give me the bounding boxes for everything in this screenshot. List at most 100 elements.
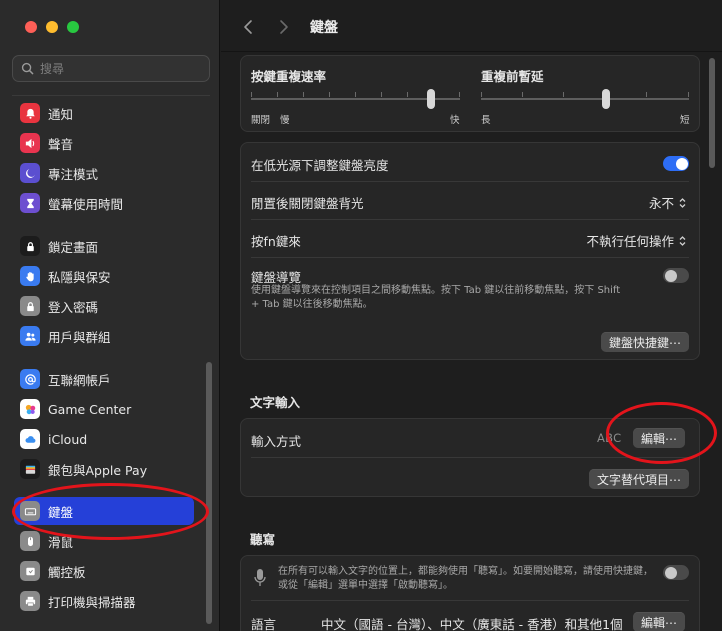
trackpad-icon bbox=[20, 561, 40, 581]
sidebar-item-label: 互聯網帳戶 bbox=[48, 372, 111, 388]
dictation-panel: 在所有可以輸入文字的位置上，都能夠使用「聽寫」。如要開始聽寫，請使用快捷鍵， 或… bbox=[240, 555, 700, 631]
sidebar-item-icloud[interactable]: iCloud bbox=[14, 425, 194, 453]
lock-screen-icon bbox=[20, 236, 40, 256]
key-repeat-label: 按鍵重複速率 bbox=[251, 69, 327, 84]
text-input-panel: 輸入方式 ABC 編輯⋯ 文字替代項目⋯ bbox=[240, 418, 700, 497]
sidebar-item-label: 私隱與保安 bbox=[48, 269, 111, 285]
updown-chevron-icon bbox=[679, 235, 686, 246]
game-center-icon bbox=[20, 399, 40, 419]
keyboard-shortcuts-button[interactable]: 鍵盤快捷鍵⋯ bbox=[600, 332, 689, 352]
input-sources-edit-button[interactable]: 編輯⋯ bbox=[633, 428, 686, 448]
search-icon bbox=[21, 62, 34, 75]
row-divider bbox=[251, 600, 689, 601]
dictation-description: 在所有可以輸入文字的位置上，都能夠使用「聽寫」。如要開始聽寫，請使用快捷鍵， 或… bbox=[278, 565, 658, 593]
printer-icon bbox=[20, 591, 40, 611]
text-replacements-button[interactable]: 文字替代項目⋯ bbox=[588, 469, 689, 489]
close-window-button[interactable] bbox=[25, 21, 37, 33]
sidebar-item-trackpad[interactable]: 觸控板 bbox=[14, 557, 194, 585]
dictation-toggle[interactable] bbox=[663, 565, 689, 580]
delay-repeat-label: 重複前暫延 bbox=[481, 69, 544, 84]
at-icon bbox=[20, 369, 40, 389]
sidebar-item-label: 打印機與掃描器 bbox=[48, 594, 136, 610]
moon-icon bbox=[20, 163, 40, 183]
backlight-label: 閒置後關閉鍵盤背光 bbox=[251, 196, 364, 211]
sidebar-item-label: 聲音 bbox=[48, 136, 74, 152]
wallet-icon bbox=[20, 459, 40, 479]
bell-icon bbox=[20, 103, 40, 123]
sidebar-scrollbar[interactable] bbox=[206, 362, 212, 624]
keyboard-settings-panel: 在低光源下調整鍵盤亮度 閒置後關閉鍵盤背光 永不 按fn鍵來 不執行任何操作 鍵… bbox=[240, 142, 700, 360]
sidebar-item-label: 銀包與Apple Pay bbox=[48, 462, 148, 478]
minimize-window-button[interactable] bbox=[46, 21, 58, 33]
fn-key-value: 不執行任何操作 bbox=[586, 234, 674, 249]
dictation-desc-line1: 在所有可以輸入文字的位置上，都能夠使用「聽寫」。如要開始聽寫，請使用快捷鍵， bbox=[278, 566, 653, 577]
key-repeat-off-label: 關閉 bbox=[251, 115, 271, 126]
sidebar-item-label: 觸控板 bbox=[48, 564, 86, 580]
dictation-language-value: 中文（國語 - 台灣）、中文（廣東話 - 香港）和其他1個 bbox=[321, 617, 623, 631]
zoom-window-button[interactable] bbox=[67, 21, 79, 33]
dictation-language-label: 語言 bbox=[251, 617, 277, 631]
sidebar-item-keyboard[interactable]: 鍵盤 bbox=[14, 497, 194, 525]
backlight-value: 永不 bbox=[648, 196, 674, 211]
text-input-section-title: 文字輸入 bbox=[250, 395, 301, 410]
backlight-popup[interactable]: 永不 bbox=[649, 193, 687, 212]
keyboard-nav-desc-line1: 使用鍵盤導覽來在控制項目之間移動焦點。按下 Tab 鍵以往前移動焦點，按下 Sh… bbox=[251, 285, 621, 296]
sidebar-item-internet-accounts[interactable]: 互聯網帳戶 bbox=[14, 365, 194, 393]
key-repeat-fast-label: 快 bbox=[450, 115, 460, 126]
sidebar-item-label: 滑鼠 bbox=[48, 534, 74, 550]
lock-icon bbox=[20, 296, 40, 316]
delay-short-label: 短 bbox=[680, 115, 690, 126]
sidebar-item-mouse[interactable]: 滑鼠 bbox=[14, 527, 194, 555]
main-content: 鍵盤 按鍵重複速率 關閉 慢 快 重複前暫延 長 短 在低光源下調整鍵盤亮度 閒… bbox=[221, 0, 722, 631]
sidebar-item-login-password[interactable]: 登入密碼 bbox=[14, 292, 194, 320]
row-divider bbox=[251, 257, 689, 258]
fn-key-label: 按fn鍵來 bbox=[251, 234, 301, 249]
sidebar-item-label: 通知 bbox=[48, 106, 74, 122]
keyboard-nav-desc-line2: + Tab 鍵以往後移動焦點。 bbox=[251, 299, 373, 310]
brightness-label: 在低光源下調整鍵盤亮度 bbox=[251, 158, 389, 173]
mouse-icon bbox=[20, 531, 40, 551]
sidebar-item-label: 鍵盤 bbox=[48, 504, 74, 520]
keyboard-icon bbox=[20, 501, 40, 521]
delay-repeat-knob[interactable] bbox=[601, 89, 610, 109]
users-icon bbox=[20, 326, 40, 346]
input-sources-label: 輸入方式 bbox=[251, 434, 302, 449]
search-field[interactable] bbox=[12, 55, 210, 82]
forward-button[interactable] bbox=[274, 15, 294, 39]
sidebar-item-printers[interactable]: 打印機與掃描器 bbox=[14, 587, 194, 615]
sidebar-item-screen-time[interactable]: 螢幕使用時間 bbox=[14, 189, 194, 217]
dictation-desc-line2: 或從「編輯」選單中選擇「啟動聽寫」。 bbox=[278, 580, 453, 591]
keyboard-nav-description: 使用鍵盤導覽來在控制項目之間移動焦點。按下 Tab 鍵以往前移動焦點，按下 Sh… bbox=[251, 284, 661, 312]
hand-icon bbox=[20, 266, 40, 286]
row-divider bbox=[251, 219, 689, 220]
row-divider bbox=[251, 181, 689, 182]
sidebar-item-notifications[interactable]: 通知 bbox=[14, 99, 194, 127]
sidebar-item-sound[interactable]: 聲音 bbox=[14, 129, 194, 157]
updown-chevron-icon bbox=[679, 197, 686, 208]
sidebar-item-lock-screen[interactable]: 鎖定畫面 bbox=[14, 232, 194, 260]
dictation-language-edit-button[interactable]: 編輯⋯ bbox=[633, 612, 686, 631]
dictation-section-title: 聽寫 bbox=[250, 532, 276, 547]
sidebar: 通知 聲音 專注模式 螢幕使用時間 鎖定畫面 私隱與保安 登入密碼 用戶與群組 … bbox=[0, 0, 220, 631]
toolbar: 鍵盤 bbox=[221, 0, 722, 52]
microphone-icon bbox=[254, 569, 266, 586]
sidebar-item-users-groups[interactable]: 用戶與群組 bbox=[14, 322, 194, 350]
brightness-toggle[interactable] bbox=[663, 156, 689, 171]
sidebar-item-label: 螢幕使用時間 bbox=[48, 196, 124, 212]
main-scrollbar[interactable] bbox=[709, 58, 715, 168]
sidebar-item-focus[interactable]: 專注模式 bbox=[14, 159, 194, 187]
sidebar-item-label: 鎖定畫面 bbox=[48, 239, 99, 255]
delay-long-label: 長 bbox=[481, 115, 491, 126]
search-input[interactable] bbox=[40, 61, 200, 76]
key-repeat-knob[interactable] bbox=[426, 89, 435, 109]
chevron-right-icon bbox=[280, 20, 288, 34]
back-button[interactable] bbox=[238, 15, 258, 39]
row-divider bbox=[251, 457, 689, 458]
sidebar-item-wallet[interactable]: 銀包與Apple Pay bbox=[14, 455, 194, 483]
keyboard-nav-toggle[interactable] bbox=[663, 268, 689, 283]
sidebar-item-game-center[interactable]: Game Center bbox=[14, 395, 194, 423]
sidebar-item-privacy[interactable]: 私隱與保安 bbox=[14, 262, 194, 290]
sidebar-item-label: iCloud bbox=[48, 431, 88, 447]
fn-key-popup[interactable]: 不執行任何操作 bbox=[586, 231, 687, 250]
sidebar-item-label: Game Center bbox=[48, 401, 132, 417]
